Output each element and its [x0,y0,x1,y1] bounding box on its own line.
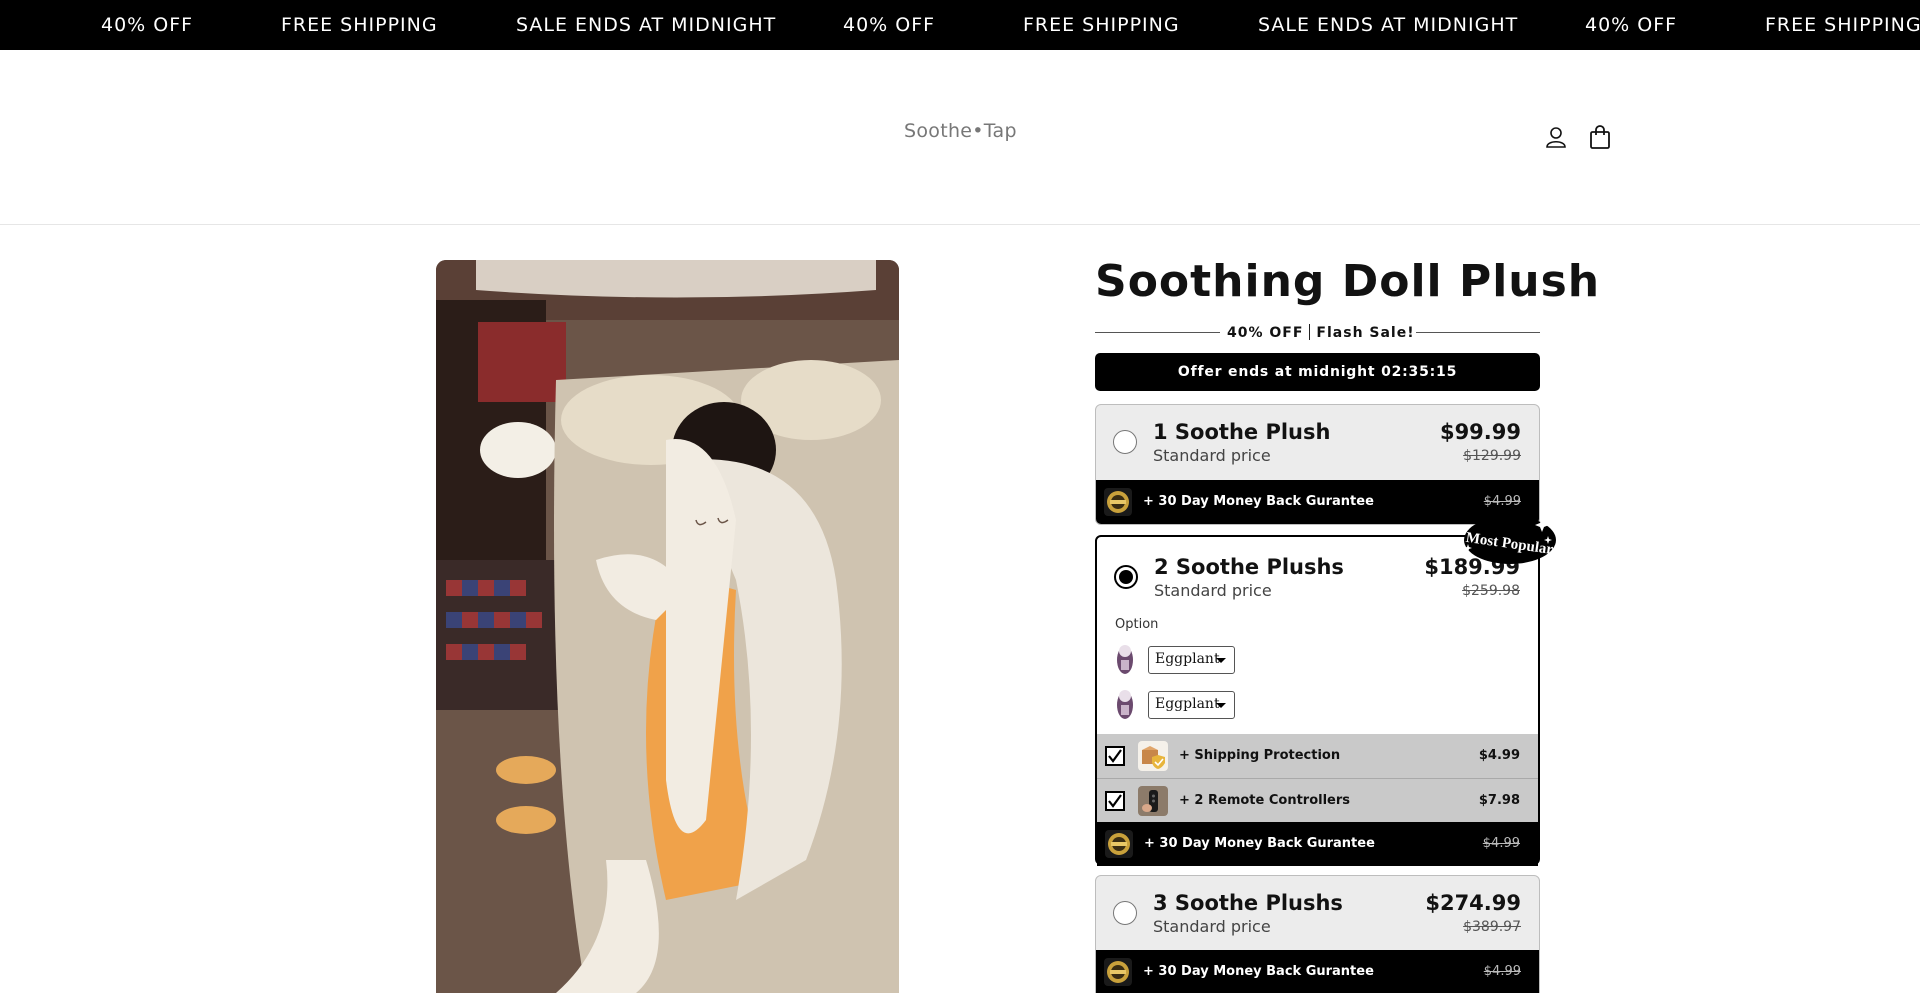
bundle-name: 3 Soothe Plushs [1153,891,1343,915]
addon-label: + 2 Remote Controllers [1179,793,1351,808]
bundle-subtitle: Standard price [1153,446,1271,465]
package-shield-icon [1138,741,1168,771]
announcement-item: 40% OFF [1585,14,1678,36]
chevron-down-icon [1216,658,1226,663]
announcement-item: SALE ENDS AT MIDNIGHT [516,14,777,36]
announcement-item: 40% OFF [101,14,194,36]
guarantee-price: $4.99 [1483,964,1521,979]
addon-remote-controllers[interactable]: + 2 Remote Controllers $7.98 [1097,778,1538,822]
bundle-compare-price: $259.98 [1462,583,1520,599]
bundle-compare-price: $129.99 [1463,448,1521,464]
announcement-item: FREE SHIPPING [1765,14,1920,36]
bundle-option-1[interactable]: 1 Soothe Plush Standard price $99.99 $12… [1095,404,1540,525]
guarantee-price: $4.99 [1483,494,1521,509]
guarantee-label: + 30 Day Money Back Gurantee [1143,494,1374,509]
bundle-header: 1 Soothe Plush Standard price $99.99 $12… [1096,405,1539,480]
store-logo[interactable]: Soothe•Tap [904,120,1017,142]
bundle-radio-selected[interactable] [1114,565,1138,589]
divider-separator [1309,324,1311,340]
announcement-bar: 40% OFF FREE SHIPPING SALE ENDS AT MIDNI… [0,0,1920,50]
bundle-radio[interactable] [1113,901,1137,925]
variant-select[interactable]: Eggplant [1148,691,1235,719]
bundle-subtitle: Standard price [1153,917,1271,936]
guarantee-label: + 30 Day Money Back Gurantee [1143,964,1374,979]
bundle-name: 2 Soothe Plushs [1154,555,1344,579]
bundle-option-2[interactable]: 2 Soothe Plushs Standard price $189.99 $… [1095,535,1540,866]
countdown-label: Offer ends at midnight [1177,364,1376,380]
guarantee-seal-icon [1105,830,1133,858]
announcement-item: 40% OFF [843,14,936,36]
variant-thumbnail [1111,687,1139,721]
sale-tagline: 40% OFF Flash Sale! [1227,324,1415,341]
bundle-price: $99.99 [1439,420,1521,444]
flash-sale-text: Flash Sale! [1316,325,1415,341]
guarantee-row: + 30 Day Money Back Gurantee $4.99 [1096,950,1539,993]
bundle-name: 1 Soothe Plush [1153,420,1331,444]
divider-line-right [1416,332,1540,333]
variant-select-value: Eggplant [1155,696,1220,712]
guarantee-row: + 30 Day Money Back Gurantee $4.99 [1097,822,1538,866]
addon-checkbox[interactable] [1105,791,1125,811]
announcement-item: FREE SHIPPING [281,14,438,36]
cart-icon[interactable] [1587,124,1613,150]
site-header: Soothe•Tap [0,50,1920,225]
variant-thumbnail [1111,642,1139,676]
addon-shipping-protection[interactable]: + Shipping Protection $4.99 [1097,734,1538,778]
addons-list: + Shipping Protection $4.99 + 2 Remote C… [1097,734,1538,866]
countdown-banner: Offer ends at midnight 02:35:15 [1095,353,1540,391]
option-label: Option [1115,617,1159,632]
addon-price: $7.98 [1478,793,1520,808]
countdown-timer: 02:35:15 [1381,364,1458,380]
discount-text: 40% OFF [1227,325,1304,341]
product-title: Soothing Doll Plush [1095,256,1601,307]
bundle-header: 3 Soothe Plushs Standard price $274.99 $… [1096,876,1539,951]
variant-select-value: Eggplant [1155,651,1220,667]
product-video[interactable] [436,260,899,993]
guarantee-price: $4.99 [1482,836,1520,851]
bundle-compare-price: $389.97 [1463,919,1521,935]
bundle-option-3[interactable]: 3 Soothe Plushs Standard price $274.99 $… [1095,875,1540,993]
announcement-item: FREE SHIPPING [1023,14,1180,36]
account-icon[interactable] [1543,124,1569,150]
guarantee-seal-icon [1104,488,1132,516]
most-popular-badge: Most Popular [1460,510,1558,566]
bundle-radio[interactable] [1113,430,1137,454]
bundle-subtitle: Standard price [1154,581,1272,600]
remote-controller-icon [1138,786,1168,816]
chevron-down-icon [1216,703,1226,708]
variant-select[interactable]: Eggplant [1148,646,1235,674]
addon-price: $4.99 [1478,748,1520,763]
addon-label: + Shipping Protection [1179,748,1341,763]
guarantee-seal-icon [1104,958,1132,986]
addon-checkbox[interactable] [1105,746,1125,766]
divider-line-left [1095,332,1220,333]
bundle-price: $274.99 [1425,891,1521,915]
announcement-item: SALE ENDS AT MIDNIGHT [1258,14,1519,36]
sale-divider: 40% OFF Flash Sale! [1095,322,1540,342]
guarantee-label: + 30 Day Money Back Gurantee [1144,836,1375,851]
